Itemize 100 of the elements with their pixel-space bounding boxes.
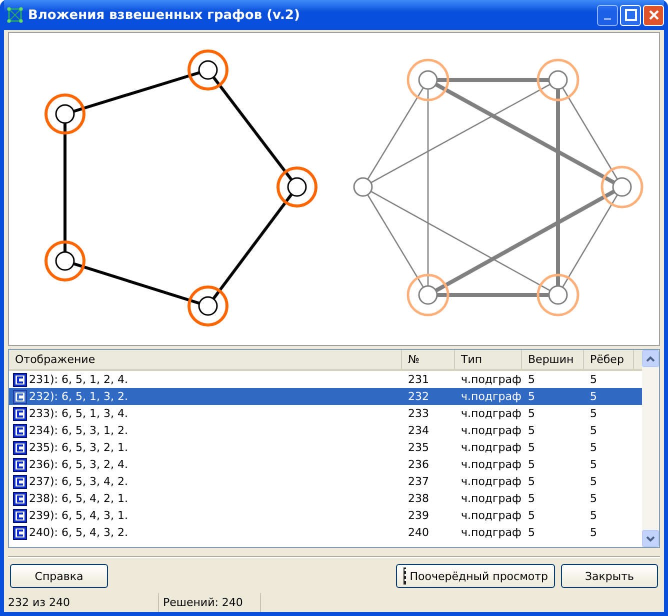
table-cell: 238): 6, 5, 4, 2, 1. — [29, 492, 128, 505]
column-header[interactable]: Отображение — [9, 350, 402, 369]
table-cell-text: 5 — [527, 458, 536, 471]
column-header[interactable]: Рёбер — [584, 350, 634, 369]
table-row[interactable]: 235): 6, 5, 3, 2, 1. 235 ч.подграф 5 5 — [9, 439, 642, 456]
row-icon — [13, 526, 27, 540]
table-cell-text: 5 — [527, 424, 536, 437]
table-cell-text: 5 — [589, 424, 598, 437]
table-cell-text: ч.подграф — [460, 509, 522, 522]
table-cell-text: 5 — [527, 407, 536, 420]
table-cell-text: 5 — [589, 373, 598, 386]
row-icon — [13, 474, 27, 488]
scroll-up-button[interactable] — [642, 350, 659, 367]
table-cell-text: 239 — [407, 509, 430, 522]
table-cell: 233): 6, 5, 1, 3, 4. — [29, 407, 128, 420]
row-icon — [13, 508, 27, 522]
table-cell-text: 5 — [589, 407, 598, 420]
slideshow-button[interactable]: Поочерёдный просмотр — [396, 564, 555, 588]
table-cell-text: 5 — [527, 475, 536, 488]
row-icon — [13, 406, 27, 420]
table-row[interactable]: 234): 6, 5, 3, 1, 2. 234 ч.подграф 5 5 — [9, 422, 642, 439]
row-icon — [13, 372, 27, 386]
column-header[interactable]: № — [402, 350, 455, 369]
table-cell-text: 5 — [527, 373, 536, 386]
scrollbar[interactable] — [642, 350, 659, 548]
window-title: Вложения взвешенных графов (v.2) — [28, 8, 301, 22]
table-cell-text: 5 — [527, 526, 536, 539]
table-cell-text: 234 — [407, 424, 430, 437]
highlighted-node — [276, 166, 318, 208]
table-cell-text: 5 — [589, 492, 598, 505]
minimize-button[interactable] — [597, 4, 618, 26]
table-cell-text: ч.подграф — [460, 492, 522, 505]
table-cell-text: 5 — [589, 526, 598, 539]
table-cell: 236): 6, 5, 3, 2, 4. — [29, 458, 128, 471]
table-cell: 234): 6, 5, 3, 1, 2. — [29, 424, 128, 437]
table-cell: 235): 6, 5, 3, 2, 1. — [29, 441, 128, 454]
table-cell: 231): 6, 5, 1, 2, 4. — [29, 373, 128, 386]
status-text: 232 из 240 — [4, 593, 159, 612]
table-cell: 232): 6, 5, 1, 3, 2. — [29, 390, 128, 403]
close-icon — [648, 9, 660, 21]
row-icon — [13, 390, 27, 404]
table-cell-text: 233 — [407, 407, 430, 420]
highlighted-node — [406, 274, 450, 316]
table-cell-text: 237 — [407, 475, 430, 488]
table-cell-text: ч.подграф — [460, 424, 522, 437]
table-row[interactable]: 233): 6, 5, 1, 3, 4. 233 ч.подграф 5 5 — [9, 405, 642, 422]
table-cell-text: 238 — [407, 492, 430, 505]
minimize-icon — [604, 18, 611, 20]
highlighted-node — [188, 50, 228, 90]
caret-up-icon — [646, 356, 655, 362]
table-cell-text: 232 — [407, 390, 430, 403]
highlighted-node — [536, 58, 580, 102]
table-cell-text: 5 — [589, 390, 598, 403]
table-row[interactable]: 237): 6, 5, 3, 4, 2. 237 ч.подграф 5 5 — [9, 473, 642, 490]
table-cell-text: 5 — [527, 509, 536, 522]
close-dialog-button[interactable]: Закрыть — [561, 564, 658, 588]
maximize-button[interactable] — [620, 4, 641, 26]
table-row[interactable]: 239): 6, 5, 4, 3, 1. 239 ч.подграф 5 5 — [9, 507, 642, 524]
caret-down-icon — [646, 536, 655, 542]
table-cell-text: ч.подграф — [460, 390, 522, 403]
close-button[interactable] — [643, 4, 664, 26]
row-icon — [13, 424, 27, 438]
table-cell-text: ч.подграф — [460, 458, 522, 471]
help-button[interactable]: Справка — [10, 564, 108, 588]
column-header[interactable]: Тип — [455, 350, 522, 369]
table-cell-text: 236 — [407, 458, 430, 471]
table-cell-text: 235 — [407, 441, 430, 454]
graph-node — [353, 177, 373, 197]
status-text: Решений: 240 — [159, 593, 261, 612]
table-cell-text: 5 — [589, 441, 598, 454]
table-row[interactable]: 231): 6, 5, 1, 2, 4. 231 ч.подграф 5 5 — [9, 371, 642, 388]
highlighted-node — [44, 94, 86, 134]
table-row[interactable]: 240): 6, 5, 4, 3, 2. 240 ч.подграф 5 5 — [9, 524, 642, 541]
highlighted-node — [536, 274, 580, 316]
column-header[interactable]: Вершин — [522, 350, 584, 369]
table-cell-text: 5 — [589, 458, 598, 471]
highlighted-node — [406, 58, 450, 102]
highlighted-node — [44, 240, 86, 282]
table-row[interactable]: 232): 6, 5, 1, 3, 2. 232 ч.подграф 5 5 — [9, 388, 642, 405]
table-row[interactable]: 238): 6, 5, 4, 2, 1. 238 ч.подграф 5 5 — [9, 490, 642, 507]
table-cell: 237): 6, 5, 3, 4, 2. — [29, 475, 128, 488]
table-cell-text: 5 — [589, 475, 598, 488]
table-row[interactable]: 236): 6, 5, 3, 2, 4. 236 ч.подграф 5 5 — [9, 456, 642, 473]
table-cell-text: 240 — [407, 526, 430, 539]
row-icon — [13, 440, 27, 454]
table-cell-text: 231 — [407, 373, 430, 386]
table-cell-text: 5 — [527, 441, 536, 454]
table-cell-text: 5 — [589, 509, 598, 522]
table-cell-text: 5 — [527, 390, 536, 403]
table-cell: 239): 6, 5, 4, 3, 1. — [29, 509, 128, 522]
scroll-down-button[interactable] — [642, 530, 659, 548]
table-cell: 240): 6, 5, 4, 3, 2. — [29, 526, 128, 539]
table-cell-text: ч.подграф — [460, 441, 522, 454]
film-icon — [403, 567, 406, 586]
table-cell-text: 5 — [527, 492, 536, 505]
maximize-icon — [624, 9, 636, 21]
graph-icon — [7, 7, 23, 23]
table-cell-text: ч.подграф — [460, 475, 522, 488]
table-cell-text: ч.подграф — [460, 407, 522, 420]
highlighted-node — [188, 286, 228, 326]
